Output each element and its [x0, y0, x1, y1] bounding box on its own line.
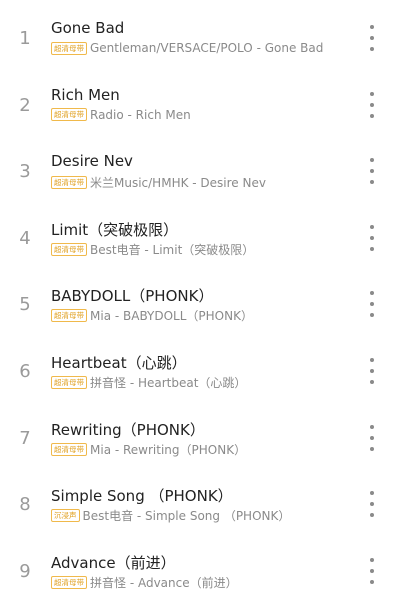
song-artist-album: Mia - BABYDOLL（PHONK） [90, 309, 253, 324]
song-index: 2 [19, 94, 31, 116]
song-artist-album: Best电音 - Simple Song （PHONK） [82, 509, 291, 524]
song-index: 7 [19, 427, 31, 449]
song-artist-album: Mia - Rewriting（PHONK） [90, 442, 247, 457]
song-subline: 超清母带 Mia - Rewriting（PHONK） [51, 441, 246, 458]
song-artist-album: Gentleman/VERSACE/POLO - Gone Bad [90, 41, 324, 55]
song-row[interactable]: 9 Advance（前进） 超清母带 拼音怪 - Advance（前进） [0, 533, 400, 600]
more-vertical-icon[interactable] [364, 224, 380, 251]
song-artist-album: 米兰Music/HMHK - Desire Nev [90, 176, 266, 191]
quality-badge: 超清母带 [51, 309, 87, 323]
song-row[interactable]: 7 Rewriting（PHONK） 超清母带 Mia - Rewriting（… [0, 400, 400, 467]
more-vertical-icon[interactable] [364, 491, 380, 518]
song-index: 5 [19, 294, 31, 316]
quality-badge: 沉浸声 [51, 509, 80, 523]
song-subline: 超清母带 拼音怪 - Advance（前进） [51, 574, 238, 591]
song-subline: 超清母带 Radio - Rich Men [51, 108, 191, 122]
more-vertical-icon[interactable] [364, 291, 380, 318]
song-title: Gone Bad [51, 19, 125, 37]
song-title: Rich Men [51, 85, 120, 104]
song-row[interactable]: 8 Simple Song （PHONK） 沉浸声 Best电音 - Simpl… [0, 466, 400, 533]
more-vertical-icon[interactable] [364, 158, 380, 185]
song-title: Limit（突破极限） [51, 220, 179, 239]
song-row[interactable]: 1 Gone Bad 超清母带 Gentleman/VERSACE/POLO -… [0, 0, 400, 67]
song-index: 9 [19, 560, 31, 582]
song-title: Rewriting（PHONK） [51, 420, 205, 439]
song-title: BABYDOLL（PHONK） [51, 287, 214, 306]
quality-badge: 超清母带 [51, 242, 87, 256]
song-subline: 超清母带 米兰Music/HMHK - Desire Nev [51, 174, 266, 191]
song-subline: 沉浸声 Best电音 - Simple Song （PHONK） [51, 507, 290, 524]
quality-badge: 超清母带 [51, 442, 87, 456]
quality-badge: 超清母带 [51, 108, 87, 122]
song-row[interactable]: 4 Limit（突破极限） 超清母带 Best电音 - Limit（突破极限） [0, 200, 400, 267]
more-vertical-icon[interactable] [364, 91, 380, 118]
song-row[interactable]: 3 Desire Nev 超清母带 米兰Music/HMHK - Desire … [0, 133, 400, 200]
quality-badge: 超清母带 [51, 41, 87, 55]
more-vertical-icon[interactable] [364, 357, 380, 384]
song-row[interactable]: 5 BABYDOLL（PHONK） 超清母带 Mia - BABYDOLL（PH… [0, 266, 400, 333]
song-artist-album: Radio - Rich Men [90, 107, 191, 122]
song-title: Desire Nev [51, 152, 133, 171]
song-artist-album: Best电音 - Limit（突破极限） [90, 242, 255, 257]
song-index: 8 [19, 494, 31, 516]
song-index: 4 [19, 227, 31, 249]
song-list: 1 Gone Bad 超清母带 Gentleman/VERSACE/POLO -… [0, 0, 400, 599]
more-vertical-icon[interactable] [364, 424, 380, 451]
song-row[interactable]: 6 Heartbeat（心跳） 超清母带 拼音怪 - Heartbeat（心跳） [0, 333, 400, 400]
quality-badge: 超清母带 [51, 375, 87, 389]
song-row[interactable]: 2 Rich Men 超清母带 Radio - Rich Men [0, 67, 400, 134]
more-vertical-icon[interactable] [364, 25, 380, 51]
song-subline: 超清母带 Best电音 - Limit（突破极限） [51, 241, 254, 258]
quality-badge: 超清母带 [51, 176, 87, 190]
song-subline: 超清母带 Mia - BABYDOLL（PHONK） [51, 307, 253, 324]
song-title: Advance（前进） [51, 553, 176, 572]
song-subline: 超清母带 拼音怪 - Heartbeat（心跳） [51, 374, 246, 391]
song-artist-album: 拼音怪 - Heartbeat（心跳） [90, 375, 247, 390]
song-title: Heartbeat（心跳） [51, 353, 187, 372]
more-vertical-icon[interactable] [364, 557, 380, 584]
song-index: 6 [19, 360, 31, 382]
quality-badge: 超清母带 [51, 575, 87, 589]
song-title: Simple Song （PHONK） [51, 487, 233, 506]
song-subline: 超清母带 Gentleman/VERSACE/POLO - Gone Bad [51, 41, 323, 55]
song-index: 3 [19, 161, 31, 183]
song-artist-album: 拼音怪 - Advance（前进） [90, 575, 238, 590]
song-index: 1 [19, 28, 31, 49]
